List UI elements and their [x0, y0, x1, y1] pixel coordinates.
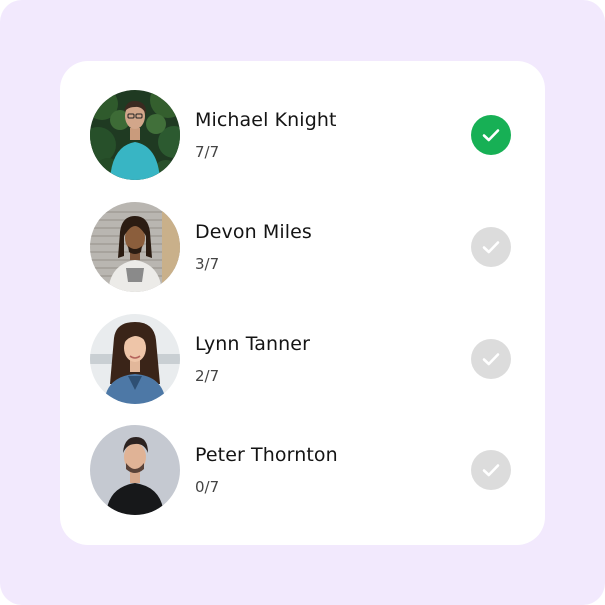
member-row-devon-miles[interactable]: Devon Miles 3/7	[90, 202, 515, 292]
member-name: Lynn Tanner	[195, 333, 310, 355]
member-progress: 3/7	[195, 255, 220, 273]
background-frame: Michael Knight 7/7 Devon Miles 3/7 Lynn …	[0, 0, 605, 605]
member-progress: 2/7	[195, 367, 220, 385]
member-name: Devon Miles	[195, 221, 312, 243]
checkmark-icon[interactable]	[471, 115, 511, 155]
member-progress: 7/7	[195, 143, 220, 161]
member-row-lynn-tanner[interactable]: Lynn Tanner 2/7	[90, 314, 515, 404]
avatar-devon-miles	[90, 202, 180, 292]
member-name: Michael Knight	[195, 109, 337, 131]
avatar-michael-knight	[90, 90, 180, 180]
avatar-lynn-tanner	[90, 314, 180, 404]
checkmark-icon[interactable]	[471, 339, 511, 379]
member-row-michael-knight[interactable]: Michael Knight 7/7	[90, 90, 515, 180]
member-row-peter-thornton[interactable]: Peter Thornton 0/7	[90, 425, 515, 515]
members-card: Michael Knight 7/7 Devon Miles 3/7 Lynn …	[60, 61, 545, 545]
checkmark-icon[interactable]	[471, 227, 511, 267]
checkmark-icon[interactable]	[471, 450, 511, 490]
member-progress: 0/7	[195, 478, 220, 496]
avatar-peter-thornton	[90, 425, 180, 515]
member-name: Peter Thornton	[195, 444, 338, 466]
